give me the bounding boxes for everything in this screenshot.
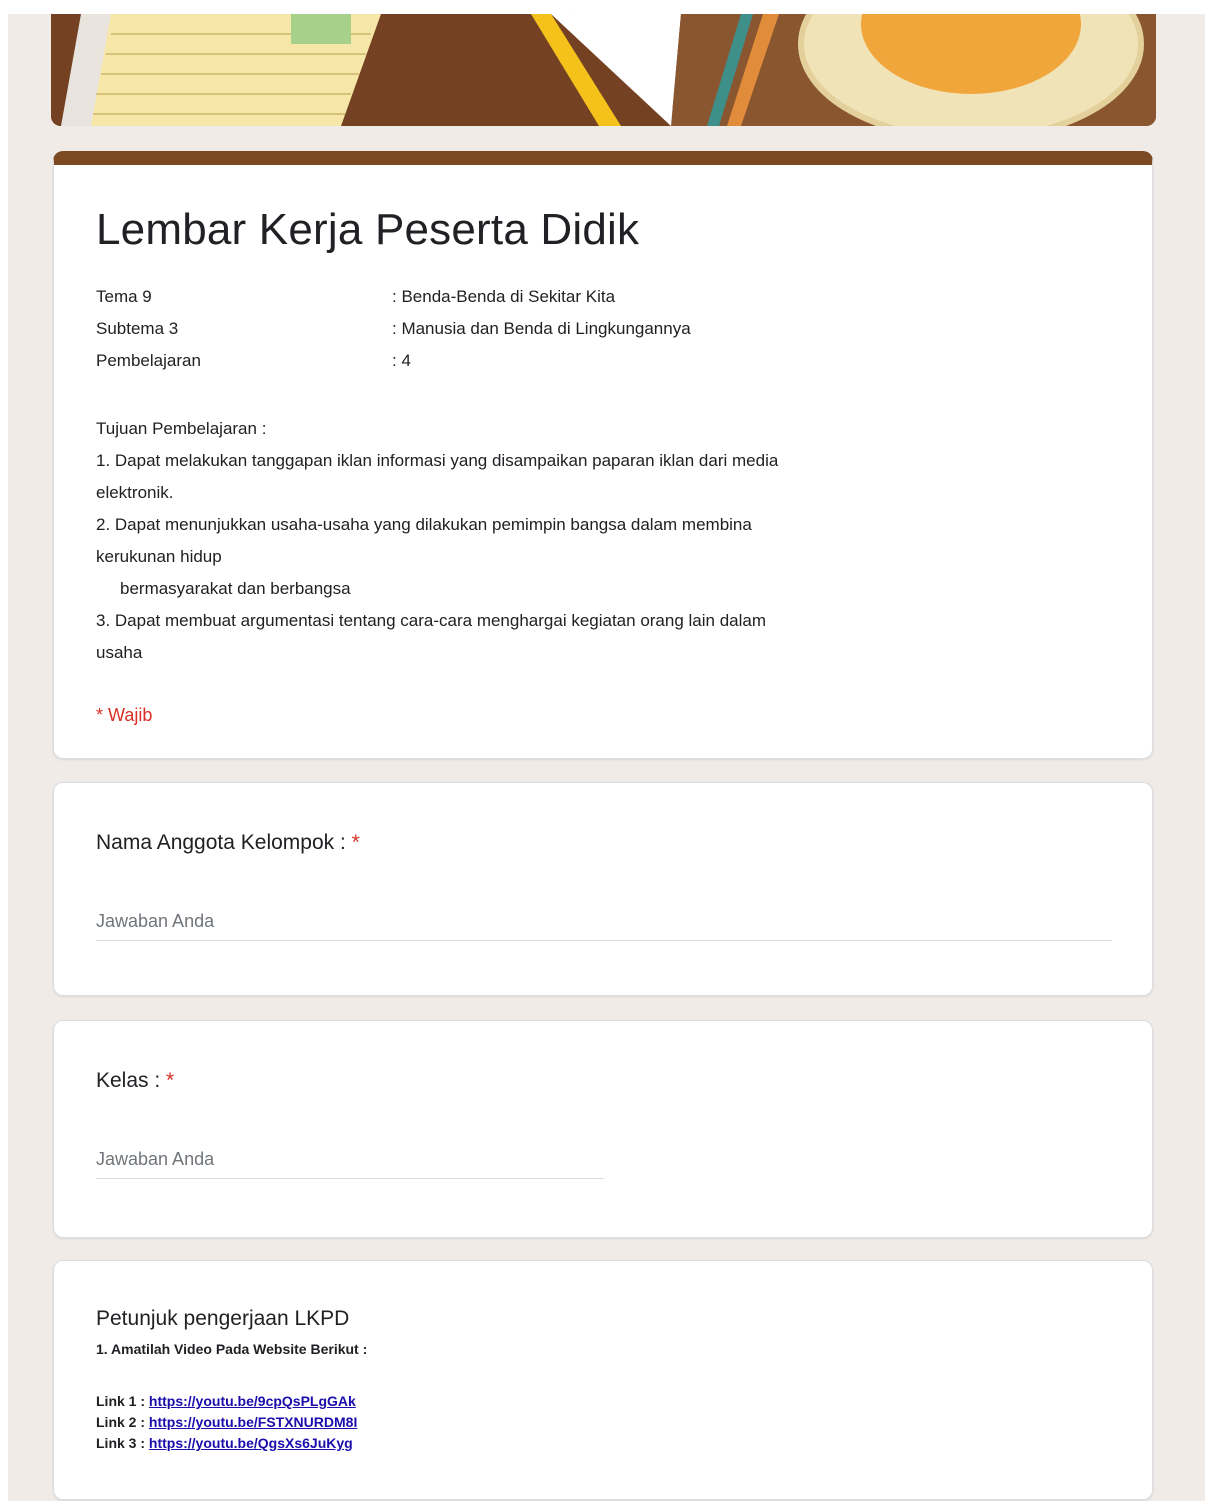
form-description: Tujuan Pembelajaran : 1. Dapat melakukan… <box>96 413 1106 669</box>
link-label: Link 3 : <box>96 1435 149 1451</box>
instructions-subtitle: 1. Amatilah Video Pada Website Berikut : <box>96 1341 368 1357</box>
instructions-title: Petunjuk pengerjaan LKPD <box>96 1307 350 1330</box>
question-title: Nama Anggota Kelompok : * <box>96 831 360 855</box>
description-line: 1. Dapat melakukan tanggapan iklan infor… <box>96 451 779 470</box>
instructions-card: Petunjuk pengerjaan LKPD 1. Amatilah Vid… <box>53 1260 1153 1500</box>
link-label: Link 1 : <box>96 1393 149 1409</box>
description-heading: Tujuan Pembelajaran : <box>96 419 267 438</box>
form-title: Lembar Kerja Peserta Didik <box>96 205 640 254</box>
link-label: Link 2 : <box>96 1414 149 1430</box>
required-asterisk: * <box>166 1069 175 1092</box>
link-row: Link 3 : https://youtu.be/QgsXs6JuKyg <box>96 1433 357 1454</box>
meta-key: Tema 9 <box>96 287 152 306</box>
description-line: 3. Dapat membuat argumentasi tentang car… <box>96 611 767 630</box>
meta-value: : Manusia dan Benda di Lingkungannya <box>392 319 691 338</box>
description-line: kerukunan hidup <box>96 547 222 566</box>
form-title-card: Lembar Kerja Peserta Didik Tema 9 : Bend… <box>53 151 1153 759</box>
question-card-kelas: Kelas : * <box>53 1020 1153 1238</box>
question-label: Nama Anggota Kelompok : <box>96 831 352 854</box>
link-row: Link 2 : https://youtu.be/FSTXNURDM8I <box>96 1412 357 1433</box>
description-line: elektronik. <box>96 483 174 502</box>
required-asterisk: * <box>351 831 360 854</box>
header-banner-image <box>51 14 1156 126</box>
meta-value: : 4 <box>392 351 411 370</box>
video-link-3[interactable]: https://youtu.be/QgsXs6JuKyg <box>149 1435 353 1451</box>
question-label: Kelas : <box>96 1069 167 1092</box>
video-links: Link 1 : https://youtu.be/9cpQsPLgGAk Li… <box>96 1391 357 1454</box>
meta-key: Pembelajaran <box>96 351 201 370</box>
description-line: 2. Dapat menunjukkan usaha-usaha yang di… <box>96 515 752 534</box>
nama-anggota-input[interactable] <box>96 907 1112 941</box>
question-card-nama: Nama Anggota Kelompok : * <box>53 782 1153 996</box>
description-line: bermasyarakat dan berbangsa <box>120 579 351 598</box>
kelas-input[interactable] <box>96 1145 604 1179</box>
question-title: Kelas : * <box>96 1069 174 1093</box>
link-row: Link 1 : https://youtu.be/9cpQsPLgGAk <box>96 1391 357 1412</box>
video-link-1[interactable]: https://youtu.be/9cpQsPLgGAk <box>149 1393 356 1409</box>
description-line: usaha <box>96 643 143 662</box>
meta-value: : Benda-Benda di Sekitar Kita <box>392 287 616 306</box>
required-note: * Wajib <box>96 705 153 725</box>
video-link-2[interactable]: https://youtu.be/FSTXNURDM8I <box>149 1414 357 1430</box>
meta-key: Subtema 3 <box>96 319 179 338</box>
